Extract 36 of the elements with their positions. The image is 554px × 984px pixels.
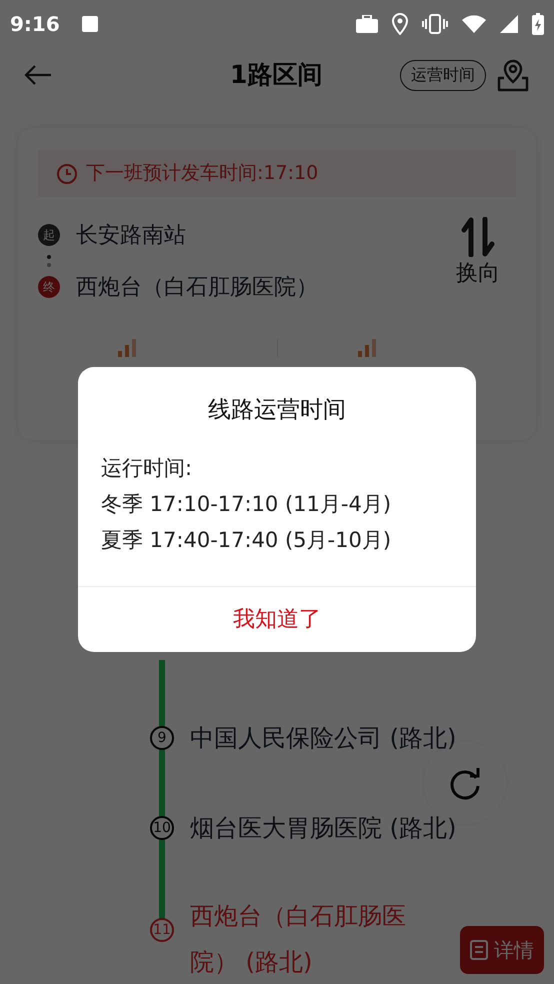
back-icon[interactable] [24,65,52,85]
battery-icon [532,13,544,35]
hours-text: 冬季 17:10-17:10 (11月-4月) [101,490,392,518]
stop-name: 西炮台（白石肛肠医院） [76,274,318,302]
refresh-icon [448,766,482,800]
station-number: 9 [150,726,174,750]
dots-icon [47,255,51,267]
hours-text: 运行时间: [101,454,194,482]
status-time: 9:16 [10,11,60,38]
signal-bars-icon [358,339,376,357]
stop-name: 长安路南站 [76,222,186,250]
document-icon [470,940,488,960]
wifi-icon [462,15,486,33]
station-number: 10 [150,816,174,840]
signal-icon [500,15,518,33]
station-number: 11 [150,918,174,942]
stop-badge: 终 [38,276,60,298]
reverse-direction-button[interactable]: 换向 [456,217,500,290]
signal-bars-icon [118,339,136,357]
details-button[interactable]: 详情 [460,926,544,974]
page-title: 1路区间 [230,59,322,92]
stop-badge: 起 [38,224,60,246]
clock-icon [56,162,78,184]
location-icon [392,13,408,35]
confirm-button[interactable]: 我知道了 [78,586,476,652]
hours-text: 夏季 17:40-17:40 (5月-10月) [101,526,392,554]
dialog-title: 线路运营时间 [207,396,347,425]
station-name: 烟台医大胃肠医院 (路北) [190,813,456,844]
swap-icon [461,217,495,257]
briefcase-icon [356,15,378,33]
operating-hours-button[interactable]: 运营时间 [400,60,486,90]
station-name: 中国人民保险公司 (路北) [190,723,456,754]
map-pin-icon[interactable] [496,58,530,92]
station-name: 西炮台（白石肛肠医院） (路北) [190,901,407,978]
vibrate-icon [422,14,448,34]
next-departure-text: 下一班预计发车时间:17:10 [86,161,318,186]
